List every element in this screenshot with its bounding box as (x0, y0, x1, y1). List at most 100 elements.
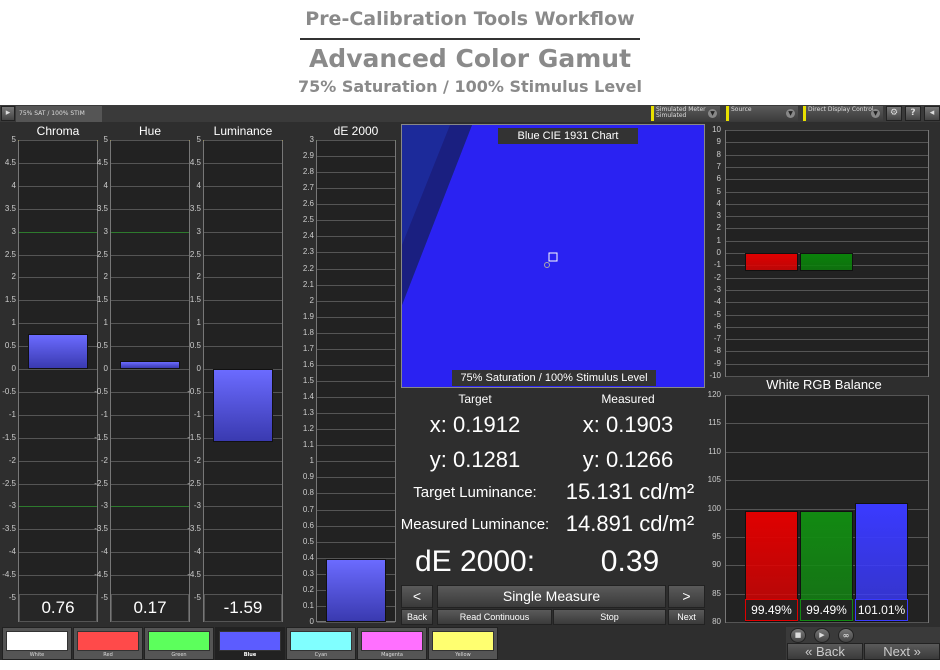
swatch-green[interactable]: Green (144, 627, 214, 660)
swatch-magenta[interactable]: Magenta (357, 627, 427, 660)
tick-label: 2 (309, 295, 314, 305)
swatch-label: Green (171, 652, 187, 658)
tick-label: 1.2 (302, 424, 314, 434)
rgb-balance-title: White RGB Balance (766, 377, 882, 392)
tick-label: 4.5 (96, 157, 108, 167)
display-label: Direct Display Control (808, 106, 874, 113)
tick-label: 3.5 (96, 203, 108, 213)
gridline (204, 506, 282, 508)
tick-label: -4.5 (2, 570, 16, 580)
play-icon[interactable]: ▶ (814, 628, 830, 643)
swatch-label: Cyan (314, 652, 328, 658)
balance-value: 101.01% (855, 599, 908, 621)
tick-label: 5 (716, 186, 721, 196)
gauge-value: -1.59 (204, 594, 282, 622)
gridline (726, 451, 928, 453)
single-measure-button[interactable]: Single Measure (437, 585, 666, 608)
gridline (317, 140, 395, 141)
gridline (317, 622, 395, 623)
tick-label: 3 (11, 226, 16, 236)
tick-label: -7 (713, 334, 721, 344)
tick-label: 2.3 (302, 247, 314, 257)
gear-icon[interactable]: ⚙ (886, 106, 902, 121)
gridline (111, 552, 189, 554)
chevron-down-icon: ▼ (786, 109, 795, 118)
swatch-label: White (29, 652, 45, 658)
gridline (317, 509, 395, 511)
tick-label: 1.9 (302, 311, 314, 321)
stop-button[interactable]: Stop (553, 609, 666, 625)
tick-label: -1 (193, 409, 201, 419)
gridline (726, 622, 928, 623)
tick-label: 0 (309, 617, 314, 626)
display-control-dropdown[interactable]: Direct Display Control ▼ (803, 106, 883, 121)
help-icon[interactable]: ? (905, 106, 921, 121)
balance-value: 99.49% (800, 599, 853, 621)
gridline (111, 460, 189, 462)
nav-back-button[interactable]: « Back (787, 643, 863, 660)
tick-label: 2.5 (96, 249, 108, 259)
tick-label: 80 (712, 617, 721, 626)
stop-icon[interactable]: ■ (790, 628, 806, 643)
source-dropdown[interactable]: Source ▼ (726, 106, 798, 121)
tick-label: 1.5 (302, 376, 314, 385)
tick-label: 5 (196, 135, 201, 144)
gridline (204, 231, 282, 233)
tick-label: -9 (713, 358, 721, 368)
gridline (317, 364, 395, 366)
loop-icon[interactable]: ∞ (838, 628, 854, 643)
meter-dropdown[interactable]: Simulated Meter Simulated ▼ (651, 106, 720, 121)
nav-next-button[interactable]: Next » (864, 643, 940, 660)
tick-label: 2.5 (189, 249, 201, 259)
tick-label: 3.5 (4, 203, 16, 213)
tick-label: 4 (103, 180, 108, 190)
tick-label: 4.5 (4, 157, 16, 167)
collapse-icon[interactable]: ◂ (924, 106, 940, 121)
gridline (111, 231, 189, 233)
gridline (204, 323, 282, 325)
gridline (204, 346, 282, 348)
gridline (19, 575, 97, 577)
tick-label: -2 (193, 455, 201, 465)
gridline (111, 185, 189, 187)
swatch-cyan[interactable]: Cyan (286, 627, 356, 660)
tick-label: 85 (712, 588, 721, 598)
gridline (19, 185, 97, 187)
gridline (726, 302, 928, 304)
swatch-blue[interactable]: Blue (215, 627, 285, 660)
target-label: Target (458, 392, 492, 406)
gauge-bar (120, 361, 180, 369)
gridline (19, 460, 97, 462)
gridline (204, 460, 282, 462)
gridline (19, 391, 97, 393)
gridline (726, 179, 928, 181)
next-small-button[interactable]: Next (668, 609, 705, 625)
tick-label: -3 (713, 284, 721, 294)
tick-label: -2 (100, 455, 108, 465)
play-icon[interactable]: ▸ (1, 106, 15, 121)
gridline (317, 348, 395, 350)
tick-label: -3 (193, 501, 201, 511)
gridline (111, 506, 189, 508)
tick-label: 4 (716, 198, 721, 208)
gauge-title: Hue (138, 124, 161, 138)
read-continuous-button[interactable]: Read Continuous (437, 609, 552, 625)
tick-label: -4.5 (187, 570, 201, 580)
tick-label: 110 (708, 446, 721, 456)
previous-button[interactable]: < (401, 585, 433, 608)
back-button[interactable]: Back (401, 609, 433, 625)
gridline (726, 480, 928, 482)
swatch-color (361, 631, 423, 651)
next-arrow-button[interactable]: > (668, 585, 705, 608)
tick-label: 3 (196, 226, 201, 236)
tick-label: 3 (103, 226, 108, 236)
tick-label: 1 (11, 318, 16, 328)
swatch-red[interactable]: Red (73, 627, 143, 660)
tab-75-sat[interactable]: 75% SAT / 100% STIM (16, 106, 102, 122)
gridline (204, 140, 282, 141)
swatch-white[interactable]: White (2, 627, 72, 660)
tick-label: 2.5 (302, 215, 314, 225)
tick-label: 1.5 (189, 295, 201, 305)
swatch-yellow[interactable]: Yellow (428, 627, 498, 660)
tick-label: -0.5 (187, 386, 201, 396)
